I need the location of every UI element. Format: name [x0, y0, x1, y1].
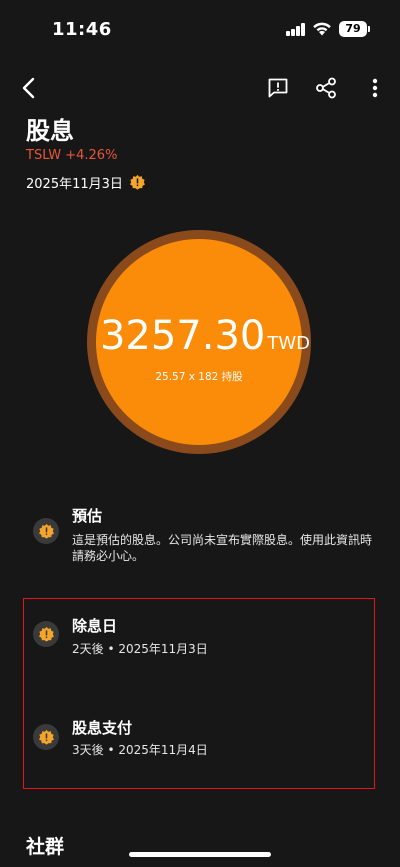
more-icon	[372, 78, 378, 98]
payment-warning-icon	[33, 724, 59, 750]
ex-dividend-text: 2天後 • 2025年11月3日	[72, 642, 208, 656]
dividend-date-row: 2025年11月3日	[26, 173, 146, 192]
dividend-amount-value: 3257.30	[99, 313, 266, 359]
warning-icon[interactable]	[129, 174, 146, 191]
payment-text: 3天後 • 2025年11月4日	[72, 743, 208, 757]
page-title: 股息	[26, 117, 74, 145]
estimate-warning-icon	[33, 518, 59, 544]
dividend-detail-screen: 11:46 79 股息 TSLW +4.26% 2025年11月3日 3257.…	[0, 0, 400, 867]
more-options-button[interactable]	[359, 72, 391, 104]
payment-title: 股息支付	[72, 719, 133, 737]
back-icon	[22, 77, 35, 99]
cellular-signal-icon	[286, 23, 306, 36]
battery-nub	[368, 26, 370, 32]
wifi-icon	[313, 22, 331, 36]
battery-icon: 79	[339, 21, 367, 37]
share-icon	[316, 77, 336, 99]
dividend-date: 2025年11月3日	[26, 177, 123, 192]
report-button[interactable]	[262, 72, 294, 104]
ex-dividend-warning-icon	[33, 621, 59, 647]
estimate-text: 這是預估的股息。公司尚未宣布實際股息。使用此資訊時請務必小心。	[72, 533, 373, 563]
ticker-change: TSLW +4.26%	[26, 148, 118, 163]
back-button[interactable]	[13, 72, 45, 104]
home-indicator[interactable]	[129, 852, 271, 857]
estimate-title: 預估	[72, 507, 103, 525]
dividend-amount: 3257.30 TWD	[96, 313, 314, 359]
share-button[interactable]	[310, 72, 342, 104]
status-bar: 11:46 79	[0, 0, 400, 58]
social-section-title: 社群	[26, 836, 65, 858]
status-time: 11:46	[52, 19, 112, 40]
ex-dividend-title: 除息日	[72, 617, 118, 635]
dividend-currency: TWD	[267, 333, 311, 354]
shares-calculation: 25.57 x 182 持股	[155, 371, 243, 383]
report-icon	[268, 78, 288, 98]
